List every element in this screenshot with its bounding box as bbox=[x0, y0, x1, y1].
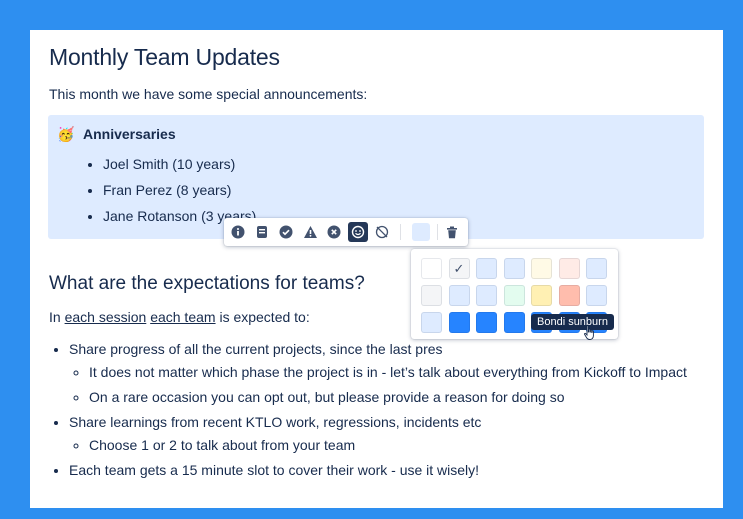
sub-list: It does not matter which phase the proje… bbox=[69, 363, 687, 406]
color-swatch[interactable] bbox=[476, 312, 497, 333]
list-item: Joel Smith (10 years) bbox=[103, 155, 256, 181]
color-swatch[interactable] bbox=[586, 285, 607, 306]
color-swatch[interactable] bbox=[421, 312, 442, 333]
selected-color-swatch[interactable]: ✓ bbox=[448, 258, 470, 279]
list-item: Choose 1 or 2 to talk about from your te… bbox=[89, 436, 687, 454]
color-swatch[interactable] bbox=[503, 312, 525, 333]
warning-icon[interactable] bbox=[300, 222, 320, 242]
para-prefix: In bbox=[49, 309, 65, 325]
sub-list: Choose 1 or 2 to talk about from your te… bbox=[69, 436, 687, 454]
delete-icon[interactable] bbox=[442, 222, 462, 242]
section-heading: What are the expectations for teams? bbox=[49, 273, 365, 294]
list-item-text: Share progress of all the current projec… bbox=[69, 341, 443, 357]
hand-cursor-icon bbox=[584, 325, 594, 340]
intro-text: This month we have some special announce… bbox=[49, 86, 368, 102]
panel-title: Anniversaries bbox=[83, 126, 176, 142]
link-each-team[interactable]: each team bbox=[150, 309, 215, 325]
color-swatch[interactable] bbox=[558, 258, 580, 279]
color-tooltip: Bondi sunburn bbox=[531, 314, 614, 330]
list-item-text: Share learnings from recent KTLO work, r… bbox=[69, 414, 482, 430]
emoji-off-icon[interactable] bbox=[372, 222, 392, 242]
panel-toolbar bbox=[224, 218, 468, 246]
list-item: Share learnings from recent KTLO work, r… bbox=[69, 413, 687, 454]
link-each-session[interactable]: each session bbox=[65, 309, 147, 325]
color-swatch[interactable] bbox=[558, 285, 580, 306]
para-suffix: is expected to: bbox=[215, 309, 310, 325]
list-item: Fran Perez (8 years) bbox=[103, 181, 256, 207]
color-swatch[interactable] bbox=[448, 312, 470, 333]
info-icon[interactable] bbox=[228, 222, 248, 242]
toolbar-divider bbox=[437, 224, 438, 240]
list-item: On a rare occasion you can opt out, but … bbox=[89, 388, 687, 406]
color-swatch[interactable] bbox=[586, 258, 607, 279]
color-swatch[interactable] bbox=[531, 258, 552, 279]
party-emoji-icon: 🥳 bbox=[57, 126, 75, 142]
list-item: Each team gets a 15 minute slot to cover… bbox=[69, 461, 687, 479]
expectations-list: Share progress of all the current projec… bbox=[51, 340, 687, 486]
page-title: Monthly Team Updates bbox=[49, 44, 280, 70]
list-item: Share progress of all the current projec… bbox=[69, 340, 687, 406]
section-paragraph: In each session each team is expected to… bbox=[49, 309, 310, 325]
color-swatch[interactable] bbox=[503, 258, 525, 279]
toolbar-divider bbox=[400, 224, 401, 240]
color-swatch[interactable] bbox=[421, 285, 442, 306]
success-icon[interactable] bbox=[276, 222, 296, 242]
color-swatch[interactable] bbox=[503, 285, 525, 306]
list-item: It does not matter which phase the proje… bbox=[89, 363, 687, 381]
color-swatch[interactable] bbox=[421, 258, 442, 279]
color-swatch[interactable] bbox=[448, 285, 470, 306]
color-swatch[interactable] bbox=[476, 258, 497, 279]
note-icon[interactable] bbox=[252, 222, 272, 242]
error-icon[interactable] bbox=[324, 222, 344, 242]
emoji-icon[interactable] bbox=[348, 222, 368, 242]
page-canvas: Monthly Team Updates This month we have … bbox=[30, 30, 723, 508]
color-swatch[interactable] bbox=[476, 285, 497, 306]
color-swatch[interactable] bbox=[531, 285, 552, 306]
background-color-swatch[interactable] bbox=[412, 223, 430, 241]
